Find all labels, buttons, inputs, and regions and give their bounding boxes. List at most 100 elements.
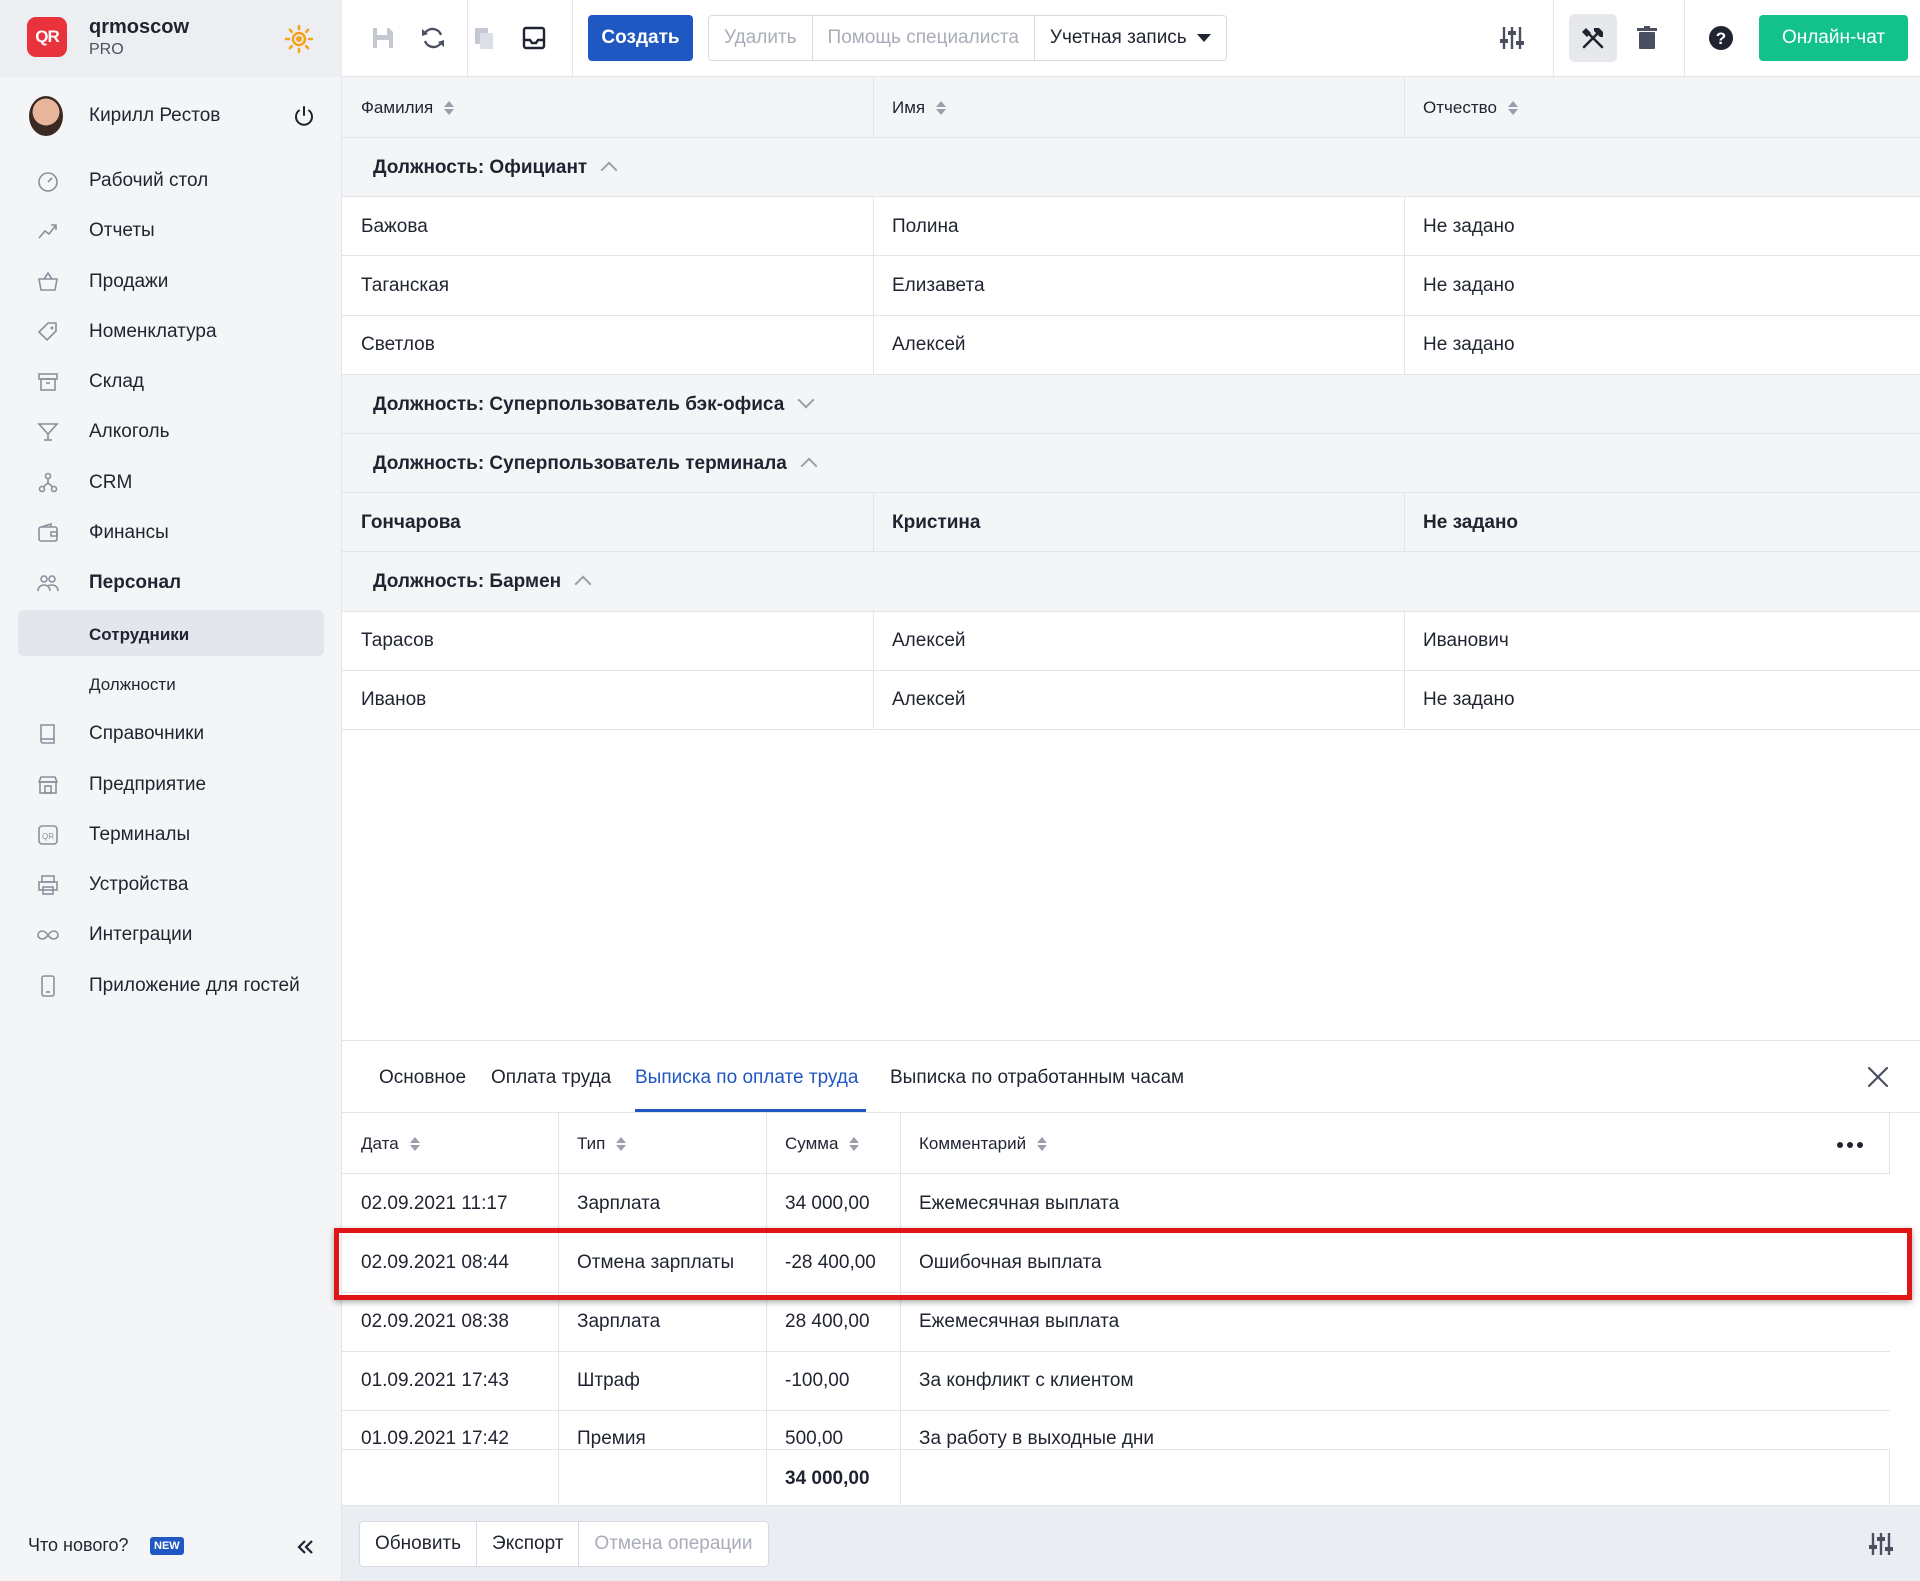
sidebar-item-alcohol[interactable]: Алкоголь — [0, 406, 342, 456]
column-header-comment[interactable]: Комментарий — [900, 1113, 1890, 1174]
brand-name[interactable]: qrmoscow — [89, 16, 189, 39]
account-dropdown[interactable]: Учетная запись — [1035, 16, 1226, 60]
column-settings-icon[interactable] — [1498, 24, 1526, 52]
cancel-operation-button[interactable]: Отмена операции — [579, 1522, 767, 1566]
column-header-type[interactable]: Тип — [558, 1113, 766, 1174]
sidebar-item-integrations[interactable]: Интеграции — [0, 909, 342, 959]
table-row[interactable]: 01.09.2021 17:42 Премия 500,00 За работу… — [342, 1411, 1890, 1450]
group-header-terminal-superuser[interactable]: Должность: Суперпользователь терминала — [342, 433, 1920, 494]
sidebar-item-nomenclature[interactable]: Номенклатура — [0, 306, 342, 356]
cell-date: 02.09.2021 08:38 — [361, 1311, 509, 1333]
column-header-amount[interactable]: Сумма — [766, 1113, 900, 1174]
table-row[interactable]: Светлов Алексей Не задано — [342, 315, 1920, 375]
sidebar-item-crm[interactable]: CRM — [0, 457, 342, 507]
totals-row: 34 000,00 — [342, 1449, 1890, 1508]
group-header-backoffice-superuser[interactable]: Должность: Суперпользователь бэк-офиса — [342, 374, 1920, 434]
cell-last-name: Бажова — [361, 215, 428, 237]
column-header-date[interactable]: Дата — [342, 1113, 558, 1174]
sidebar-item-staff[interactable]: Персонал — [0, 557, 342, 607]
export-button[interactable]: Экспорт — [477, 1522, 580, 1566]
help-icon[interactable]: ? — [1707, 24, 1735, 52]
cell-date: 01.09.2021 17:42 — [361, 1427, 509, 1449]
cell-last-name: Тарасов — [361, 630, 434, 651]
specialist-help-button[interactable]: Помощь специалиста — [813, 16, 1035, 60]
cell-type: Зарплата — [577, 1311, 661, 1333]
table-row[interactable]: Иванов Алексей Не задано — [342, 670, 1920, 730]
whats-new-link[interactable]: Что нового? — [28, 1535, 129, 1556]
detail-tabs: Основное Оплата труда Выписка по оплате … — [342, 1041, 1920, 1113]
delete-button[interactable]: Удалить — [709, 16, 813, 60]
copy-icon[interactable] — [470, 24, 498, 52]
cell-type: Зарплата — [577, 1192, 661, 1214]
store-icon — [37, 775, 59, 794]
cell-last-name: Таганская — [361, 274, 449, 296]
cell-amount: 34 000,00 — [785, 1192, 870, 1214]
table-row[interactable]: 01.09.2021 17:43 Штраф -100,00 За конфли… — [342, 1351, 1890, 1412]
collapse-sidebar-icon[interactable] — [293, 1535, 317, 1559]
cell-patronymic: Не задано — [1423, 689, 1515, 711]
more-options-icon[interactable] — [1836, 1141, 1864, 1149]
sidebar-item-warehouse[interactable]: Склад — [0, 356, 342, 406]
sidebar-item-directories[interactable]: Справочники — [0, 708, 342, 758]
sidebar-item-label: Финансы — [89, 522, 169, 544]
refresh-icon[interactable] — [419, 24, 447, 52]
create-button[interactable]: Создать — [588, 15, 693, 61]
sidebar-item-terminals[interactable]: QR Терминалы — [0, 809, 342, 859]
group-header-bartender[interactable]: Должность: Бармен — [342, 552, 1920, 612]
sidebar-item-enterprise[interactable]: Предприятие — [0, 759, 342, 809]
sidebar-item-finance[interactable]: Финансы — [0, 507, 342, 557]
table-row[interactable]: Тарасов Алексей Иванович — [342, 611, 1920, 671]
power-icon[interactable] — [292, 104, 316, 128]
chevron-up-icon — [800, 457, 818, 475]
trash-icon[interactable] — [1633, 24, 1661, 52]
sidebar-item-label: Персонал — [89, 572, 182, 594]
employees-table: Фамилия Имя Отчество Должность: Официант… — [342, 77, 1920, 730]
theme-toggle-icon[interactable] — [285, 25, 313, 53]
inbox-icon[interactable] — [520, 24, 548, 52]
cell-patronymic: Не задано — [1423, 215, 1515, 237]
wallet-icon — [38, 523, 58, 542]
group-header-waiter[interactable]: Должность: Официант — [342, 138, 1920, 198]
sidebar-item-employees[interactable]: Сотрудники — [0, 608, 342, 658]
column-header-last-name[interactable]: Фамилия — [342, 77, 873, 138]
avatar — [29, 96, 63, 136]
column-header-patronymic[interactable]: Отчество — [1404, 77, 1920, 138]
payroll-statement-table: Дата Тип Сумма Комментарий 02.09.2021 11… — [342, 1113, 1890, 1508]
sidebar-item-positions[interactable]: Должности — [0, 658, 342, 708]
tab-hours-statement[interactable]: Выписка по отработанным часам — [890, 1067, 1184, 1089]
sidebar-item-label: Рабочий стол — [89, 170, 209, 191]
table-row[interactable]: 02.09.2021 08:38 Зарплата 28 400,00 Ежем… — [342, 1292, 1890, 1352]
sidebar-item-guest-app[interactable]: Приложение для гостей — [0, 960, 342, 1010]
account-dropdown-label: Учетная запись — [1049, 27, 1187, 48]
table-row-selected[interactable]: Гончарова Кристина Не задано — [342, 493, 1920, 553]
table-row[interactable]: Бажова Полина Не задано — [342, 197, 1920, 257]
new-badge: NEW — [150, 1537, 184, 1555]
tab-general[interactable]: Основное — [379, 1067, 466, 1089]
tab-payroll-statement[interactable]: Выписка по оплате труда — [635, 1067, 858, 1089]
brand-header: QR qrmoscow PRO — [0, 0, 342, 77]
sidebar-nav: Рабочий стол Отчеты Продажи Номенклатура… — [0, 155, 342, 1010]
table-row[interactable]: Таганская Елизавета Не задано — [342, 256, 1920, 316]
user-row[interactable]: Кирилл Рестов — [0, 92, 342, 140]
chevron-up-icon — [574, 575, 592, 593]
column-header-first-name[interactable]: Имя — [873, 77, 1404, 138]
sidebar-item-sales[interactable]: Продажи — [0, 256, 342, 306]
sidebar-item-devices[interactable]: Устройства — [0, 859, 342, 909]
close-icon[interactable] — [1864, 1063, 1892, 1091]
reports-icon — [38, 224, 57, 239]
brand-plan: PRO — [89, 41, 124, 58]
table-row-highlighted[interactable]: 02.09.2021 08:44 Отмена зарплаты -28 400… — [342, 1233, 1890, 1293]
refresh-button[interactable]: Обновить — [360, 1522, 478, 1566]
cell-first-name: Алексей — [892, 630, 966, 651]
save-icon[interactable] — [369, 24, 397, 52]
cell-comment: Ошибочная выплата — [919, 1251, 1102, 1273]
sidebar-item-reports[interactable]: Отчеты — [0, 205, 342, 255]
cell-patronymic: Иванович — [1423, 630, 1509, 651]
cell-first-name: Елизавета — [892, 274, 985, 296]
column-settings-icon[interactable] — [1867, 1530, 1895, 1558]
table-row[interactable]: 02.09.2021 11:17 Зарплата 34 000,00 Ежем… — [342, 1174, 1890, 1234]
action-button-group: Удалить Помощь специалиста Учетная запис… — [708, 15, 1227, 61]
tab-payroll[interactable]: Оплата труда — [491, 1067, 611, 1089]
sidebar-item-dashboard[interactable]: Рабочий стол — [0, 155, 342, 205]
online-chat-button[interactable]: Онлайн-чат — [1759, 15, 1908, 61]
